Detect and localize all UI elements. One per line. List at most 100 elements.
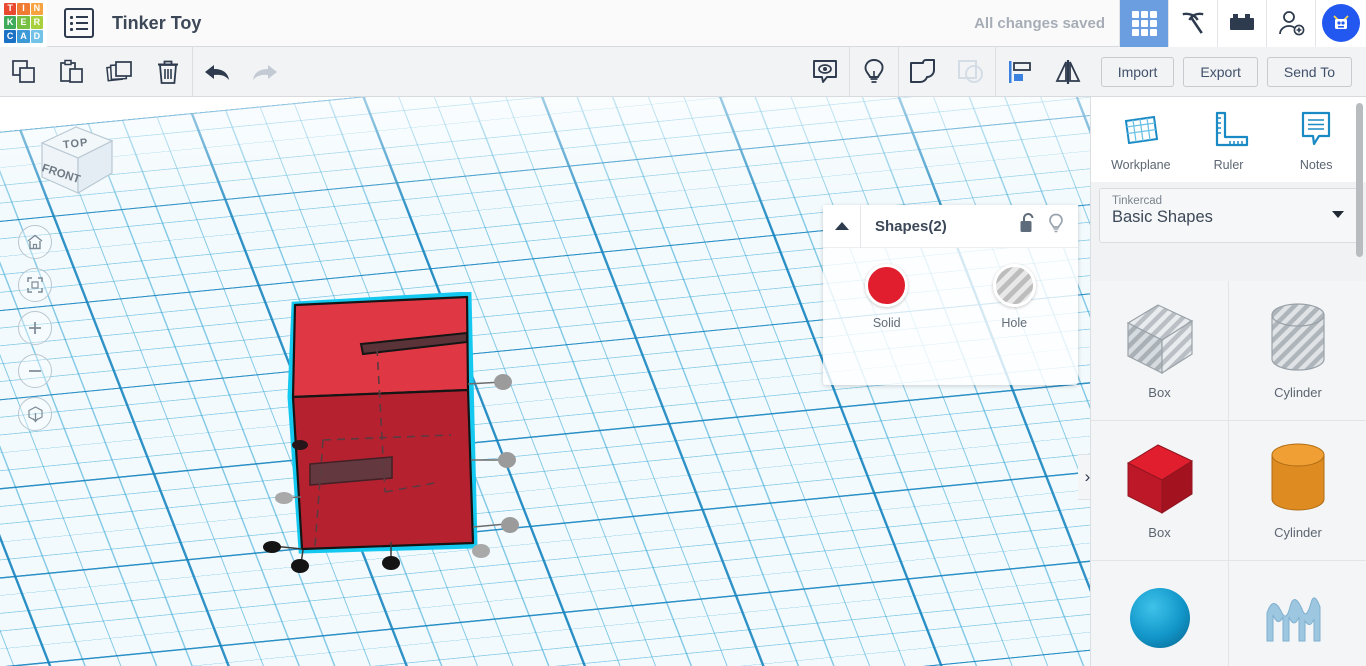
export-button[interactable]: Export	[1183, 56, 1258, 87]
view-comment-button[interactable]	[801, 47, 849, 96]
panel-tools-row: Workplane Ruler Notes	[1091, 97, 1366, 182]
ortho-toggle-button[interactable]	[18, 397, 52, 431]
tinkercad-logo[interactable]: T I N K E R C A D	[0, 0, 47, 47]
duplicate-icon	[106, 60, 132, 81]
view-comment-icon	[812, 59, 837, 83]
shape-grid: Box Cylinder Box Cylinder	[1091, 281, 1366, 666]
avatar	[1322, 4, 1360, 42]
lego-brick-icon	[1230, 14, 1254, 30]
grid-view-button[interactable]	[1119, 0, 1168, 47]
fit-view-button[interactable]	[18, 268, 52, 302]
light-button[interactable]	[850, 47, 898, 96]
red-box-object[interactable]	[255, 291, 525, 577]
ungroup-button[interactable]	[947, 47, 995, 96]
zoom-out-button[interactable]	[18, 354, 52, 388]
document-list-icon[interactable]	[64, 8, 94, 38]
copy-icon	[12, 59, 35, 83]
delete-icon	[158, 60, 178, 84]
home-view-button[interactable]	[18, 225, 52, 259]
light-toggle-button[interactable]	[1048, 213, 1064, 239]
view-cube-icon: TOP FRONT	[40, 126, 114, 195]
panel-collapse-button[interactable]	[823, 204, 861, 248]
delete-button[interactable]	[144, 47, 192, 96]
shape-label: Box	[1148, 385, 1171, 400]
home-icon	[27, 234, 43, 250]
workplane-canvas[interactable]: TOP FRONT Shapes(2) Solid Hole ›	[0, 97, 1090, 666]
edit-toolbar: Import Export Send To	[0, 47, 1366, 97]
hole-option[interactable]: Hole	[951, 264, 1079, 330]
shapes-library-panel: Workplane Ruler Notes Tinkercad Basic Sh…	[1090, 97, 1366, 666]
align-icon	[1008, 60, 1031, 83]
chevron-down-icon	[1332, 211, 1344, 218]
undo-button[interactable]	[193, 47, 241, 96]
minus-icon	[29, 370, 41, 372]
shape-item-scribble[interactable]	[1229, 561, 1366, 666]
view-cube[interactable]: TOP FRONT	[26, 111, 122, 207]
library-source-label: Tinkercad	[1112, 195, 1163, 207]
shape-item-blue-sphere[interactable]	[1091, 561, 1229, 666]
orange-cylinder-thumbnail	[1271, 443, 1325, 511]
workplane-label: Workplane	[1111, 158, 1171, 172]
plus-icon	[29, 322, 41, 334]
shape-item-hole-cylinder[interactable]: Cylinder	[1229, 281, 1366, 420]
shapes-properties-panel[interactable]: Shapes(2) Solid Hole	[823, 204, 1078, 385]
chevron-up-icon	[834, 222, 849, 230]
shape-row-1: Box Cylinder	[1091, 281, 1366, 421]
add-person-button[interactable]	[1266, 0, 1315, 47]
workplane-grid-icon	[1124, 115, 1158, 145]
page-title[interactable]: Tinker Toy	[112, 13, 201, 34]
workplane-tool[interactable]: Workplane	[1097, 109, 1185, 172]
notes-label: Notes	[1299, 158, 1333, 172]
shape-label: Cylinder	[1274, 525, 1322, 540]
group-button[interactable]	[899, 47, 947, 96]
red-box-thumbnail	[1126, 444, 1193, 514]
ungroup-icon	[957, 59, 983, 83]
scribble-thumbnail	[1266, 597, 1321, 642]
hole-swatch	[992, 264, 1036, 307]
user-avatar-button[interactable]	[1315, 0, 1366, 47]
sendto-button[interactable]: Send To	[1266, 56, 1352, 87]
ruler-icon	[1215, 111, 1248, 147]
ruler-tool[interactable]: Ruler	[1185, 109, 1273, 172]
group-icon	[909, 58, 935, 83]
pickaxe-button[interactable]	[1168, 0, 1217, 47]
shape-item-hole-box[interactable]: Box	[1091, 281, 1229, 420]
shapes-panel-body: Solid Hole	[823, 248, 1078, 330]
notes-bubble-icon	[1302, 111, 1331, 146]
shape-label: Cylinder	[1274, 385, 1322, 400]
library-selected-value: Basic Shapes	[1112, 208, 1213, 226]
fit-brackets-icon	[27, 277, 43, 293]
tinkercad-app: T I N K E R C A D Tinker Toy All changes…	[0, 0, 1366, 666]
redo-icon	[253, 64, 277, 80]
logo-tile-a: A	[17, 29, 30, 43]
scrollbar-thumb[interactable]	[1356, 103, 1363, 257]
logo-tile-r: R	[30, 16, 43, 29]
shape-item-orange-cylinder[interactable]: Cylinder	[1229, 421, 1366, 560]
lightbulb-icon	[864, 58, 884, 83]
solid-option[interactable]: Solid	[823, 264, 951, 330]
shape-panel-scrollbar[interactable]	[1356, 103, 1363, 473]
import-button[interactable]: Import	[1100, 56, 1175, 87]
view-nav-buttons	[18, 225, 52, 431]
mirror-button[interactable]	[1044, 47, 1092, 96]
lock-toggle-button[interactable]	[1019, 213, 1036, 239]
blue-sphere-thumbnail	[1129, 588, 1190, 648]
shape-item-red-box[interactable]: Box	[1091, 421, 1229, 560]
shape-library-select[interactable]: Tinkercad Basic Shapes	[1099, 188, 1358, 243]
notes-tool[interactable]: Notes	[1272, 109, 1360, 172]
right-panel-collapse-button[interactable]: ›	[1078, 454, 1090, 500]
redo-button[interactable]	[241, 47, 289, 96]
align-button[interactable]	[996, 47, 1044, 96]
zoom-in-button[interactable]	[18, 311, 52, 345]
logo-tile-c: C	[4, 29, 17, 43]
shape-label: Box	[1148, 525, 1171, 540]
logo-tile-n: N	[30, 2, 43, 16]
add-person-icon	[1279, 11, 1305, 36]
unlock-icon	[1020, 213, 1034, 232]
shapes-panel-title: Shapes(2)	[875, 217, 947, 235]
lego-brick-button[interactable]	[1217, 0, 1266, 47]
copy-button[interactable]	[0, 47, 48, 96]
paste-icon	[60, 59, 83, 83]
duplicate-button[interactable]	[96, 47, 144, 96]
paste-button[interactable]	[48, 47, 96, 96]
